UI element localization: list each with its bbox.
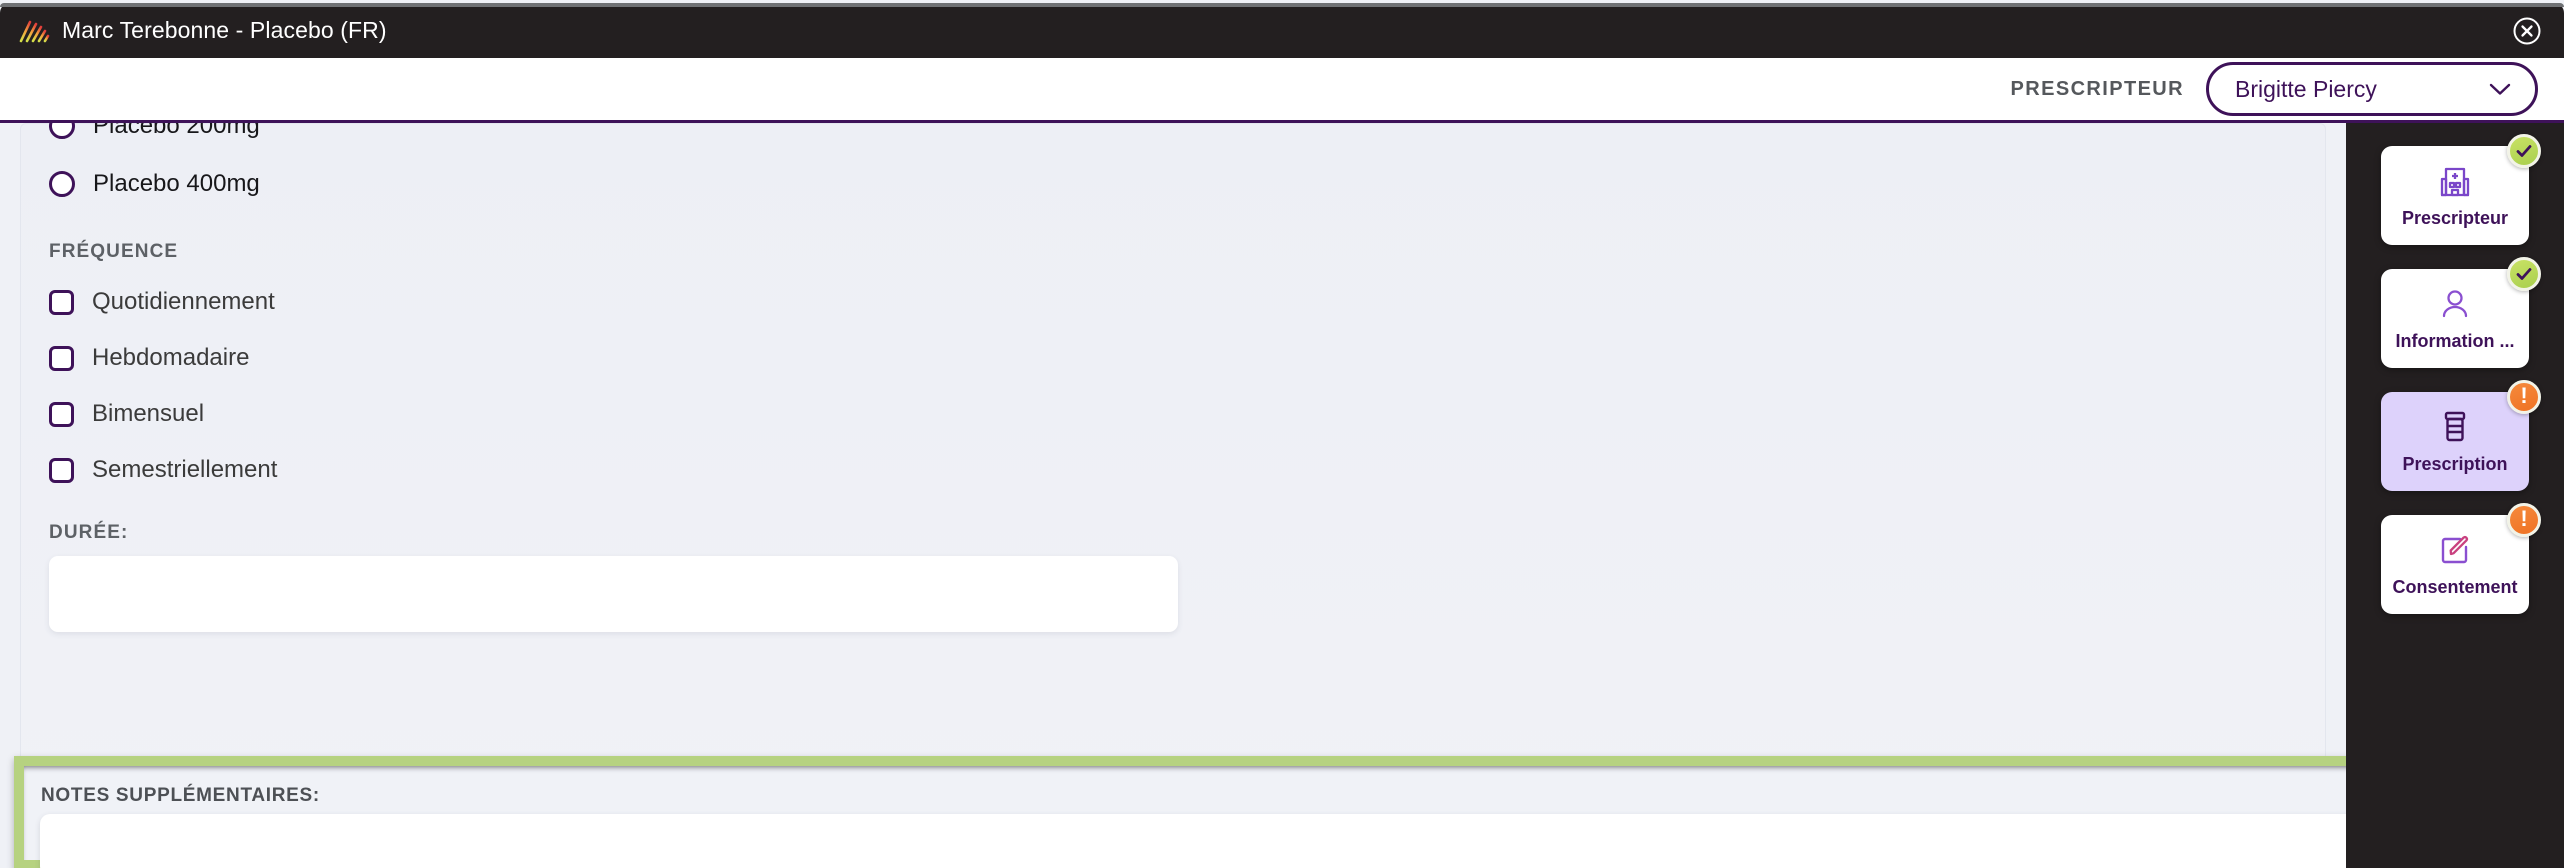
check-icon — [2516, 145, 2532, 157]
step-card-prescription[interactable]: Prescription ! — [2381, 380, 2541, 491]
person-icon — [2442, 290, 2468, 318]
radio-option-placebo-200mg[interactable]: Placebo 200mg — [49, 123, 260, 140]
radio-option-label: Placebo 200mg — [93, 123, 260, 139]
radio-icon[interactable] — [49, 123, 75, 139]
exclamation-icon: ! — [2520, 506, 2528, 531]
checkbox-option-label: Semestriellement — [92, 456, 278, 483]
notes-section-title: NOTES SUPPLÉMENTAIRES: — [41, 785, 320, 806]
status-badge-complete — [2507, 134, 2541, 168]
check-icon — [2516, 268, 2532, 280]
checkbox-option-label: Bimensuel — [92, 400, 205, 427]
pill-bottle-icon — [2444, 411, 2466, 442]
checkbox-icon[interactable] — [49, 289, 74, 315]
app-window: Marc Terebonne - Placebo (FR) PRESCRIPTE… — [0, 0, 2564, 868]
checkbox-icon[interactable] — [49, 345, 74, 371]
slashes-logo-icon — [19, 20, 50, 42]
notes-input[interactable] — [40, 814, 2346, 868]
frequence-section-title: FRÉQUENCE — [49, 241, 179, 262]
window-top-strip — [0, 3, 2564, 7]
step-label: Consentement — [2392, 577, 2518, 597]
step-card-prescripteur[interactable]: Prescripteur — [2381, 134, 2541, 245]
step-label: Information ... — [2395, 331, 2515, 351]
hospital-icon — [2440, 167, 2470, 197]
notes-highlight-region: NOTES SUPPLÉMENTAIRES: — [14, 756, 2346, 868]
edit-square-icon — [2441, 535, 2469, 564]
top-bar: PRESCRIPTEUR Brigitte Piercy — [0, 58, 2564, 123]
checkbox-option-quotidiennement[interactable]: Quotidiennement — [49, 288, 275, 316]
step-card-information[interactable]: Information ... — [2381, 257, 2541, 368]
checkbox-option-hebdomadaire[interactable]: Hebdomadaire — [49, 344, 249, 372]
status-badge-incomplete: ! — [2507, 380, 2541, 414]
checkbox-option-bimensuel[interactable]: Bimensuel — [49, 400, 204, 428]
checkbox-icon[interactable] — [49, 401, 74, 427]
checkbox-option-semestriellement[interactable]: Semestriellement — [49, 456, 277, 484]
step-label: Prescription — [2402, 454, 2508, 474]
checkbox-option-label: Quotidiennement — [92, 288, 275, 315]
window-title: Marc Terebonne - Placebo (FR) — [62, 17, 387, 43]
exclamation-icon: ! — [2520, 383, 2528, 408]
radio-option-placebo-400mg[interactable]: Placebo 400mg — [49, 170, 260, 198]
status-badge-complete — [2507, 257, 2541, 291]
step-card-consentement[interactable]: Consentement ! — [2381, 503, 2541, 614]
title-bar: Marc Terebonne - Placebo (FR) — [0, 3, 2564, 58]
step-label: Prescripteur — [2401, 208, 2509, 228]
prescripteur-selected-value: Brigitte Piercy — [2235, 75, 2377, 102]
radio-option-label: Placebo 400mg — [93, 170, 260, 197]
prescripteur-label: PRESCRIPTEUR — [2010, 77, 2184, 100]
prescripteur-select[interactable]: Brigitte Piercy — [2206, 62, 2538, 116]
duree-input[interactable] — [49, 556, 1178, 632]
chevron-down-icon — [2489, 83, 2511, 95]
duree-section-title: DURÉE: — [49, 522, 129, 543]
radio-icon[interactable] — [49, 171, 75, 197]
checkbox-option-label: Hebdomadaire — [92, 344, 250, 371]
close-icon[interactable] — [2512, 16, 2542, 46]
step-navigation-rail: Prescripteur Information ... Prescriptio… — [2346, 123, 2564, 868]
form-scroll-pane[interactable]: Placebo 200mg Placebo 400mg FRÉQUENCE Qu… — [0, 123, 2346, 868]
status-badge-incomplete: ! — [2507, 503, 2541, 537]
checkbox-icon[interactable] — [49, 457, 74, 483]
notes-panel: NOTES SUPPLÉMENTAIRES: — [24, 766, 2346, 868]
